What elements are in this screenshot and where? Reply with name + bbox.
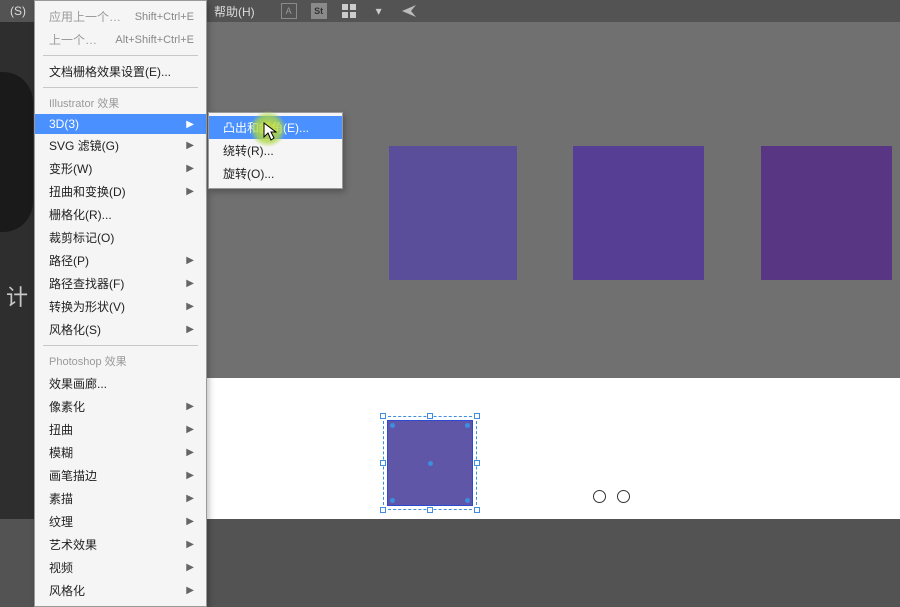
- menu-artistic[interactable]: 艺术效果▶: [35, 533, 206, 556]
- left-glyph: 计: [6, 280, 28, 312]
- menu-pathfinder[interactable]: 路径查找器(F)▶: [35, 272, 206, 295]
- submenu-extrude-bevel[interactable]: 凸出和斜角(E)...: [209, 116, 342, 139]
- menu-effect-gallery[interactable]: 效果画廊...: [35, 372, 206, 395]
- selected-object[interactable]: [387, 420, 473, 506]
- circle-icon[interactable]: [617, 490, 630, 503]
- menu-distort-ps[interactable]: 扭曲▶: [35, 418, 206, 441]
- menu-svg-filters[interactable]: SVG 滤镜(G)▶: [35, 134, 206, 157]
- menu-warp[interactable]: 变形(W)▶: [35, 157, 206, 180]
- menu-item-s[interactable]: (S): [2, 1, 34, 21]
- menu-item-help[interactable]: 帮助(H): [206, 0, 263, 23]
- app-icon-edge: [0, 72, 33, 232]
- st-icon[interactable]: St: [311, 3, 327, 19]
- menu-separator: [43, 87, 198, 88]
- submenu-3d: 凸出和斜角(E)... 绕转(R)... 旋转(O)...: [208, 112, 343, 189]
- menu-last-effect: 上一个效果 Alt+Shift+Ctrl+E: [35, 28, 206, 51]
- circle-icon[interactable]: [593, 490, 606, 503]
- resize-handle[interactable]: [427, 507, 433, 513]
- purple-square-2[interactable]: [573, 146, 704, 280]
- anchor-point[interactable]: [390, 423, 395, 428]
- menu-3d[interactable]: 3D(3)▶: [35, 114, 206, 134]
- menu-sketch[interactable]: 素描▶: [35, 487, 206, 510]
- menu-rasterize[interactable]: 栅格化(R)...: [35, 203, 206, 226]
- menu-convert-shape[interactable]: 转换为形状(V)▶: [35, 295, 206, 318]
- menu-path[interactable]: 路径(P)▶: [35, 249, 206, 272]
- resize-handle[interactable]: [474, 413, 480, 419]
- menu-header-photoshop: Photoshop 效果: [35, 350, 206, 372]
- resize-handle[interactable]: [427, 413, 433, 419]
- resize-handle[interactable]: [380, 460, 386, 466]
- small-circles: [593, 490, 630, 503]
- anchor-point[interactable]: [390, 498, 395, 503]
- submenu-rotate[interactable]: 旋转(O)...: [209, 162, 342, 185]
- dropdown-caret-icon[interactable]: ▾: [371, 3, 387, 19]
- menu-brush-strokes[interactable]: 画笔描边▶: [35, 464, 206, 487]
- artboard[interactable]: [107, 378, 900, 519]
- resize-handle[interactable]: [474, 460, 480, 466]
- send-icon[interactable]: [401, 3, 417, 19]
- menu-blur[interactable]: 模糊▶: [35, 441, 206, 464]
- menu-video[interactable]: 视频▶: [35, 556, 206, 579]
- effect-menu: 应用上一个效果 Shift+Ctrl+E 上一个效果 Alt+Shift+Ctr…: [34, 0, 207, 607]
- resize-handle[interactable]: [380, 507, 386, 513]
- resize-handle[interactable]: [474, 507, 480, 513]
- menu-crop-marks[interactable]: 裁剪标记(O): [35, 226, 206, 249]
- menu-apply-last: 应用上一个效果 Shift+Ctrl+E: [35, 5, 206, 28]
- left-panel: 计: [0, 22, 34, 519]
- menubar-icons: A St ▾: [281, 3, 417, 19]
- menu-stylize[interactable]: 风格化(S)▶: [35, 318, 206, 341]
- resize-handle[interactable]: [380, 413, 386, 419]
- submenu-revolve[interactable]: 绕转(R)...: [209, 139, 342, 162]
- center-point[interactable]: [428, 461, 433, 466]
- menu-header-illustrator: Illustrator 效果: [35, 92, 206, 114]
- menu-separator: [43, 345, 198, 346]
- menu-separator: [43, 55, 198, 56]
- grid-icon[interactable]: [341, 3, 357, 19]
- anchor-point[interactable]: [465, 498, 470, 503]
- menu-pixelate[interactable]: 像素化▶: [35, 395, 206, 418]
- menu-distort[interactable]: 扭曲和变换(D)▶: [35, 180, 206, 203]
- menu-stylize-ps[interactable]: 风格化▶: [35, 579, 206, 602]
- anchor-point[interactable]: [465, 423, 470, 428]
- purple-square-1[interactable]: [389, 146, 517, 280]
- menu-doc-raster[interactable]: 文档栅格效果设置(E)...: [35, 60, 206, 83]
- menu-texture[interactable]: 纹理▶: [35, 510, 206, 533]
- a-icon[interactable]: A: [281, 3, 297, 19]
- purple-square-3[interactable]: [761, 146, 892, 280]
